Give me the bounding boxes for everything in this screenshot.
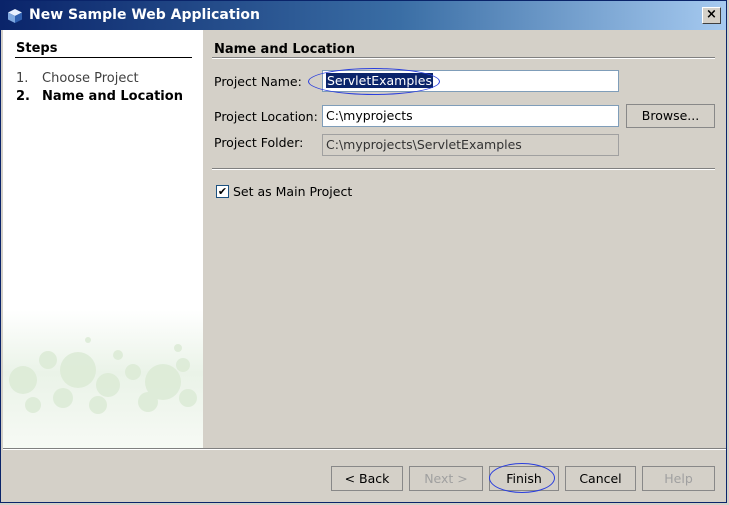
app-cube-icon — [8, 9, 22, 23]
project-name-value: ServletExamples — [326, 73, 433, 88]
project-folder-field: C:\myprojects\ServletExamples — [322, 134, 619, 156]
window-title: New Sample Web Application — [29, 7, 260, 23]
browse-button[interactable]: Browse... — [626, 104, 715, 128]
project-folder-label: Project Folder: — [214, 135, 304, 150]
step-number: 1. — [16, 71, 29, 86]
button-bar-divider — [3, 448, 726, 450]
back-button[interactable]: < Back — [331, 466, 403, 491]
next-button[interactable]: Next > — [409, 466, 483, 491]
project-location-input[interactable]: C:\myprojects — [322, 105, 619, 127]
options-divider — [212, 168, 715, 170]
project-name-input[interactable]: ServletExamples — [322, 70, 619, 92]
steps-pane: Steps 1. Choose Project 2. Name and Locati… — [3, 30, 203, 448]
help-button[interactable]: Help — [642, 466, 715, 491]
step-label: Name and Location — [42, 89, 183, 104]
finish-button[interactable]: Finish — [489, 466, 559, 491]
wizard-window: New Sample Web Application × Steps 1. Cho… — [0, 0, 727, 503]
step-label: Choose Project — [42, 71, 139, 86]
cancel-button[interactable]: Cancel — [565, 466, 636, 491]
panel-divider — [212, 57, 715, 59]
step-name-and-location: 2. Name and Location — [16, 89, 183, 104]
project-location-label: Project Location: — [214, 109, 318, 124]
main-project-label[interactable]: Set as Main Project — [233, 184, 352, 199]
step-choose-project: 1. Choose Project — [16, 71, 139, 86]
checkmark-icon: ✔ — [217, 185, 228, 198]
title-bar[interactable]: New Sample Web Application × — [1, 1, 726, 30]
decorative-bubbles-image — [3, 310, 203, 448]
step-number: 2. — [16, 89, 30, 104]
panel-heading: Name and Location — [214, 42, 355, 57]
main-project-checkbox[interactable]: ✔ — [216, 185, 229, 198]
steps-heading: Steps — [16, 41, 58, 56]
steps-divider — [15, 57, 192, 58]
project-name-label: Project Name: — [214, 74, 302, 89]
close-button[interactable]: × — [702, 7, 721, 24]
